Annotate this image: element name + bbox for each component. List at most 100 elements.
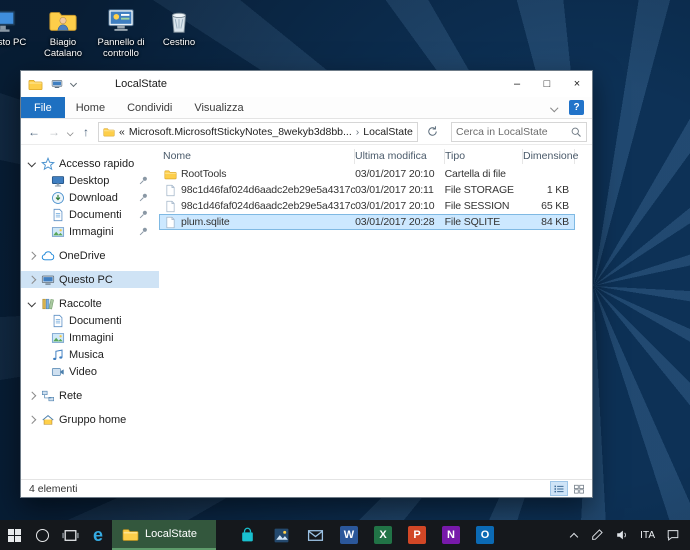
- system-tray: ITA: [570, 528, 690, 542]
- desktop-icon-label: Biagio Catalano: [34, 37, 92, 59]
- back-button[interactable]: ←: [26, 125, 42, 139]
- tab-condividi[interactable]: Condividi: [116, 97, 183, 118]
- sidebar-item-raccolte[interactable]: Raccolte: [21, 295, 159, 312]
- recent-locations-icon[interactable]: [66, 128, 74, 134]
- file-icon: [164, 184, 177, 197]
- search-icon: [570, 126, 582, 138]
- tray-expand-icon[interactable]: [570, 531, 579, 540]
- sidebar-item-documenti[interactable]: Documenti: [21, 206, 159, 223]
- sidebar-item-questo-pc[interactable]: Questo PC: [21, 271, 159, 288]
- maximize-button[interactable]: □: [532, 71, 562, 97]
- photos-icon: [273, 527, 290, 544]
- up-button[interactable]: ↑: [78, 125, 94, 139]
- window-titlebar[interactable]: LocalState – □ ×: [21, 71, 592, 97]
- chevron-expanded-icon[interactable]: [27, 159, 37, 169]
- explorer-window: LocalState – □ × File Home Condividi Vis…: [20, 70, 593, 498]
- desktop-icon-label: Cestino: [150, 37, 208, 48]
- file-row-plum-sqlite[interactable]: plum.sqlite 03/01/2017 20:28 File SQLITE…: [159, 214, 575, 230]
- photos-button[interactable]: [264, 520, 298, 550]
- this-pc-icon: [41, 273, 55, 287]
- column-header-name[interactable]: Nome: [159, 149, 355, 164]
- sidebar-item-label: Rete: [59, 390, 82, 402]
- pin-icon: [138, 192, 149, 203]
- window-title: LocalState: [115, 78, 167, 90]
- sidebar-item-onedrive[interactable]: OneDrive: [21, 247, 159, 264]
- desktop-icon-user-folder[interactable]: Biagio Catalano: [34, 6, 92, 59]
- sidebar-item-gruppo-home[interactable]: Gruppo home: [21, 411, 159, 428]
- help-button[interactable]: ?: [569, 100, 584, 115]
- sidebar-item-label: Immagini: [69, 226, 114, 238]
- breadcrumb-parent-segment[interactable]: Microsoft.MicrosoftStickyNotes_8wekyb3d8…: [129, 126, 352, 138]
- sidebar-item-raccolte-documenti[interactable]: Documenti: [21, 312, 159, 329]
- sidebar-item-accesso-rapido[interactable]: Accesso rapido: [21, 155, 159, 172]
- chevron-collapsed-icon[interactable]: [27, 415, 37, 425]
- breadcrumb[interactable]: « Microsoft.MicrosoftStickyNotes_8wekyb3…: [98, 122, 418, 142]
- sidebar-item-raccolte-immagini[interactable]: Immagini: [21, 329, 159, 346]
- sidebar-item-download[interactable]: Download: [21, 189, 159, 206]
- control-panel-icon: [106, 6, 136, 36]
- forward-button[interactable]: →: [46, 125, 62, 139]
- chevron-collapsed-icon[interactable]: [27, 391, 37, 401]
- chevron-collapsed-icon[interactable]: [27, 251, 37, 261]
- column-headers: Nome Ultima modifica Tipo Dimensione: [159, 147, 575, 166]
- edge-button[interactable]: e: [84, 520, 112, 550]
- desktop-icon-recycle-bin[interactable]: Cestino: [150, 6, 208, 48]
- pen-icon[interactable]: [590, 528, 604, 542]
- onedrive-cloud-icon: [41, 249, 55, 263]
- tab-file[interactable]: File: [21, 97, 65, 118]
- excel-button[interactable]: X: [366, 520, 400, 550]
- taskbar: e LocalState W X P: [0, 520, 690, 550]
- task-view-button[interactable]: [56, 520, 84, 550]
- file-row-session[interactable]: 98c1d46faf024d6aadc2eb29e5a4317c.stor...…: [159, 198, 575, 214]
- language-indicator[interactable]: ITA: [640, 530, 655, 541]
- details-view-button[interactable]: [550, 481, 568, 496]
- quick-access-star-icon: [41, 157, 55, 171]
- onenote-button[interactable]: N: [434, 520, 468, 550]
- file-list: Nome Ultima modifica Tipo Dimensione Roo…: [159, 145, 592, 479]
- refresh-button[interactable]: [422, 122, 442, 142]
- breadcrumb-current-segment[interactable]: LocalState: [363, 126, 413, 138]
- column-header-size[interactable]: Dimensione: [523, 149, 575, 164]
- tab-home[interactable]: Home: [65, 97, 116, 118]
- taskbar-explorer-button[interactable]: LocalState: [112, 520, 216, 550]
- thumbnails-view-button[interactable]: [570, 481, 588, 496]
- sidebar-item-label: Documenti: [69, 209, 122, 221]
- sidebar-item-desktop[interactable]: Desktop: [21, 172, 159, 189]
- outlook-button[interactable]: O: [468, 520, 502, 550]
- desktop-icon-control-panel[interactable]: Pannello di controllo: [92, 6, 150, 59]
- sidebar-item-musica[interactable]: Musica: [21, 346, 159, 363]
- file-modified: 03/01/2017 20:10: [355, 168, 445, 180]
- volume-icon[interactable]: [615, 528, 629, 542]
- start-button[interactable]: [0, 520, 28, 550]
- sidebar-item-label: Documenti: [69, 315, 122, 327]
- quick-access-toolbar: [51, 78, 77, 90]
- sidebar-item-video[interactable]: Video: [21, 363, 159, 380]
- breadcrumb-overflow[interactable]: «: [119, 126, 125, 138]
- chevron-collapsed-icon[interactable]: [27, 275, 37, 285]
- notification-center-icon[interactable]: [666, 528, 680, 542]
- window-controls: – □ ×: [502, 71, 592, 97]
- close-button[interactable]: ×: [562, 71, 592, 97]
- column-header-type[interactable]: Tipo: [445, 149, 523, 164]
- store-button[interactable]: [230, 520, 264, 550]
- minimize-button[interactable]: –: [502, 71, 532, 97]
- search-input[interactable]: [456, 126, 570, 138]
- tab-visualizza[interactable]: Visualizza: [183, 97, 254, 118]
- cortana-circle-icon: [36, 529, 49, 542]
- chevron-expanded-icon[interactable]: [27, 299, 37, 309]
- file-row-roottools[interactable]: RootTools 03/01/2017 20:10 Cartella di f…: [159, 166, 575, 182]
- sidebar-item-rete[interactable]: Rete: [21, 387, 159, 404]
- powerpoint-button[interactable]: P: [400, 520, 434, 550]
- sidebar-item-label: Musica: [69, 349, 104, 361]
- mail-button[interactable]: [298, 520, 332, 550]
- expand-ribbon-icon[interactable]: [549, 103, 559, 113]
- desktop-icon-questo-pc[interactable]: Questo PC: [0, 6, 32, 48]
- word-button[interactable]: W: [332, 520, 366, 550]
- cortana-search-button[interactable]: [28, 520, 56, 550]
- sidebar-item-immagini[interactable]: Immagini: [21, 223, 159, 240]
- qat-computer-icon[interactable]: [51, 78, 63, 90]
- file-row-storage[interactable]: 98c1d46faf024d6aadc2eb29e5a4317c.stor...…: [159, 182, 575, 198]
- column-header-modified[interactable]: Ultima modifica: [355, 149, 445, 164]
- qat-customize-icon[interactable]: [69, 80, 77, 88]
- breadcrumb-separator: ›: [356, 126, 360, 138]
